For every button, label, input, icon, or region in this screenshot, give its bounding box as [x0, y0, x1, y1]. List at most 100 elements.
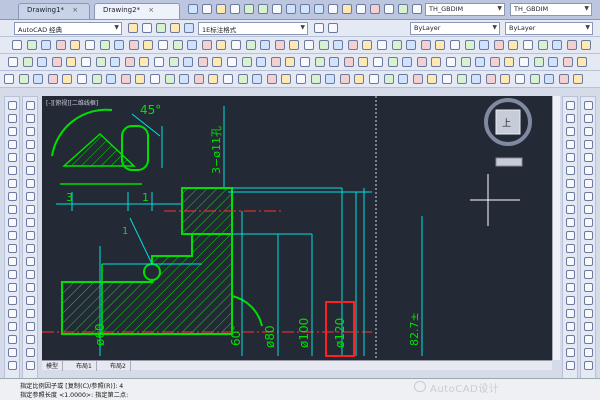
toolbar-button-icon[interactable]	[256, 57, 267, 67]
tool-button-icon[interactable]	[566, 179, 575, 188]
toolbar-button-icon[interactable]	[164, 74, 175, 84]
tool-button-icon[interactable]	[26, 205, 35, 214]
toolbar-button-icon[interactable]	[333, 40, 344, 50]
tool-button-icon[interactable]	[584, 361, 593, 370]
color-select[interactable]: ByLayer ▼	[410, 22, 500, 35]
tool-button-icon[interactable]	[584, 244, 593, 253]
tool-palettes-icon[interactable]	[370, 4, 380, 14]
tool-button-icon[interactable]	[8, 270, 17, 279]
tool-button-icon[interactable]	[26, 140, 35, 149]
toolbar-button-icon[interactable]	[464, 40, 475, 50]
tool-button-icon[interactable]	[584, 270, 593, 279]
tool-button-icon[interactable]	[26, 309, 35, 318]
toolbar-button-icon[interactable]	[237, 74, 248, 84]
vertical-scrollbar[interactable]	[552, 96, 560, 360]
toolbar-button-icon[interactable]	[197, 57, 208, 67]
tool-button-icon[interactable]	[26, 166, 35, 175]
tool-button-icon[interactable]	[8, 361, 17, 370]
tool-button-icon[interactable]	[566, 101, 575, 110]
tool-button-icon[interactable]	[566, 348, 575, 357]
tool-button-icon[interactable]	[8, 218, 17, 227]
command-window[interactable]: 指定比例因子或 [复制(C)/参照(R)]: 4 指定参照长度 <1.0000>…	[0, 378, 600, 400]
toolbar-button-icon[interactable]	[91, 74, 102, 84]
tool-button-icon[interactable]	[584, 257, 593, 266]
tool-button-icon[interactable]	[566, 218, 575, 227]
toolbar-button-icon[interactable]	[55, 40, 66, 50]
toolbar-button-icon[interactable]	[402, 57, 413, 67]
toolbar-button-icon[interactable]	[369, 74, 379, 84]
tool-button-icon[interactable]	[566, 309, 575, 318]
toolbar-button-icon[interactable]	[168, 57, 179, 67]
layer-previous-icon[interactable]	[328, 23, 338, 33]
tool-button-icon[interactable]	[566, 296, 575, 305]
toolbar-button-icon[interactable]	[85, 40, 95, 50]
tool-button-icon[interactable]	[26, 101, 35, 110]
toolbar-button-icon[interactable]	[95, 57, 106, 67]
toolbar-button-icon[interactable]	[435, 40, 446, 50]
tool-button-icon[interactable]	[26, 192, 35, 201]
toolbar-button-icon[interactable]	[581, 40, 592, 50]
toolbar-button-icon[interactable]	[110, 57, 121, 67]
toolbar-button-icon[interactable]	[47, 74, 58, 84]
toolbar-button-icon[interactable]	[281, 74, 292, 84]
toolbar-button-icon[interactable]	[519, 57, 529, 67]
tool-button-icon[interactable]	[8, 127, 17, 136]
tool-button-icon[interactable]	[26, 153, 35, 162]
tool-button-icon[interactable]	[584, 322, 593, 331]
close-icon[interactable]: ×	[148, 6, 154, 14]
toolbar-button-icon[interactable]	[493, 40, 504, 50]
toolbar-button-icon[interactable]	[354, 74, 365, 84]
toolbar-button-icon[interactable]	[260, 40, 271, 50]
calculator-icon[interactable]	[412, 4, 422, 14]
toolbar-button-icon[interactable]	[398, 74, 409, 84]
toolbar-button-icon[interactable]	[154, 57, 164, 67]
toolbar-button-icon[interactable]	[183, 57, 194, 67]
toolbar-button-icon[interactable]	[241, 57, 252, 67]
toolbar-button-icon[interactable]	[106, 74, 117, 84]
redo-icon[interactable]	[258, 4, 268, 14]
tool-button-icon[interactable]	[8, 257, 17, 266]
toolbar-button-icon[interactable]	[266, 74, 277, 84]
toolbar-button-icon[interactable]	[548, 57, 559, 67]
toolbar-button-icon[interactable]	[158, 40, 168, 50]
toolbar-button-icon[interactable]	[573, 74, 584, 84]
toolbar-button-icon[interactable]	[446, 57, 456, 67]
linetype-select[interactable]: ByLayer ▼	[505, 22, 593, 35]
toolbar-button-icon[interactable]	[310, 74, 321, 84]
toolbar-button-icon[interactable]	[124, 57, 135, 67]
close-icon[interactable]: ×	[72, 6, 78, 14]
command-prompt-line[interactable]: 指定参照长度 <1.0000>: 指定第二点:	[20, 390, 128, 399]
tool-button-icon[interactable]	[8, 296, 17, 305]
toolbar-button-icon[interactable]	[8, 57, 18, 67]
tool-button-icon[interactable]	[26, 296, 35, 305]
tab-drawing1[interactable]: Drawing1* ×	[18, 3, 90, 19]
toolbar-button-icon[interactable]	[475, 57, 486, 67]
toolbar-button-icon[interactable]	[529, 74, 540, 84]
toolbar-button-icon[interactable]	[33, 74, 44, 84]
tool-button-icon[interactable]	[566, 270, 575, 279]
toolbar-button-icon[interactable]	[270, 57, 281, 67]
tool-button-icon[interactable]	[584, 218, 593, 227]
tool-button-icon[interactable]	[8, 192, 17, 201]
toolbar-button-icon[interactable]	[500, 74, 511, 84]
tool-button-icon[interactable]	[26, 218, 35, 227]
dim-style-select[interactable]: TH_GBDIM ▼	[425, 3, 505, 16]
toolbar-button-icon[interactable]	[81, 57, 91, 67]
toolbar-button-icon[interactable]	[339, 74, 350, 84]
toolbar-button-icon[interactable]	[485, 74, 496, 84]
toolbar-button-icon[interactable]	[274, 40, 285, 50]
toolbar-button-icon[interactable]	[62, 74, 73, 84]
tool-button-icon[interactable]	[584, 192, 593, 201]
toolbar-button-icon[interactable]	[187, 40, 198, 50]
new-icon[interactable]	[188, 4, 198, 14]
layer-props-icon[interactable]	[142, 23, 152, 33]
toolbar-button-icon[interactable]	[193, 74, 204, 84]
toolbar-button-icon[interactable]	[373, 57, 383, 67]
toolbar-button-icon[interactable]	[114, 40, 125, 50]
toolbar-button-icon[interactable]	[515, 74, 525, 84]
tool-button-icon[interactable]	[8, 205, 17, 214]
tool-button-icon[interactable]	[26, 322, 35, 331]
tool-button-icon[interactable]	[566, 257, 575, 266]
match-properties-icon[interactable]	[272, 4, 282, 14]
tool-button-icon[interactable]	[584, 114, 593, 123]
